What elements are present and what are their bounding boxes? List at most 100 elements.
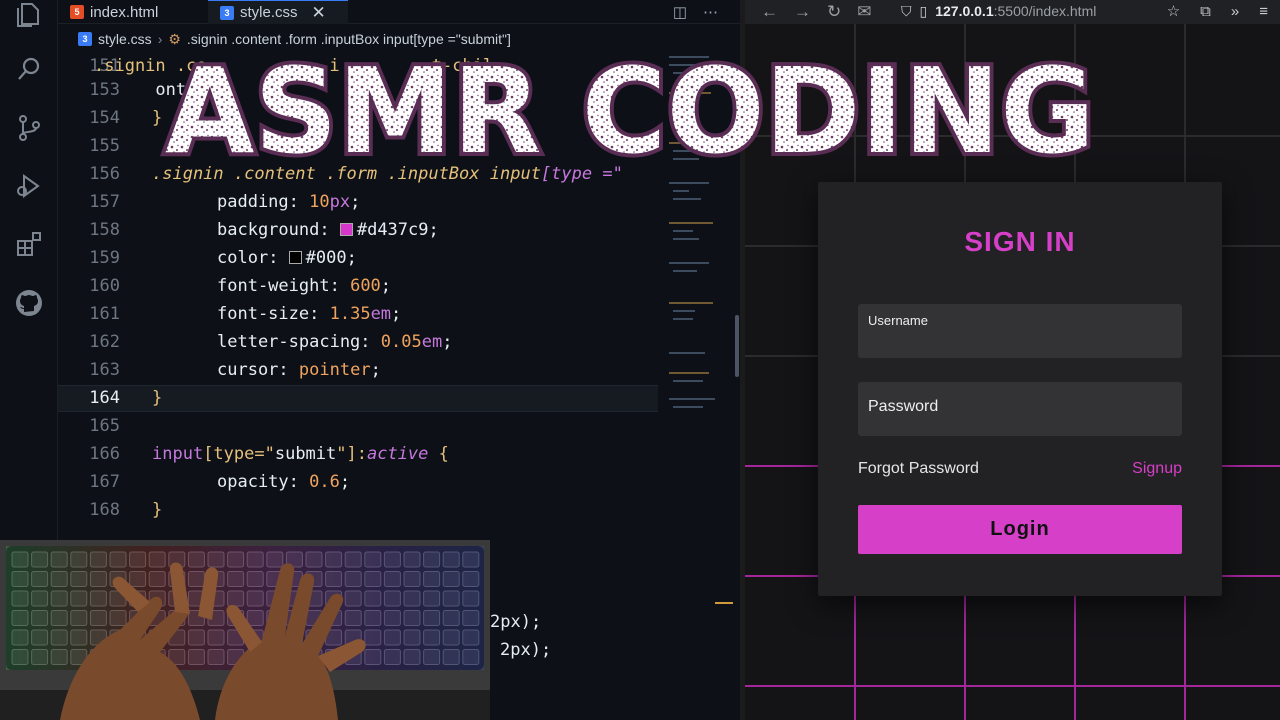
code-unit: em — [421, 332, 443, 352]
keyboard-photo — [0, 540, 490, 720]
code-line-160: font-weight: 600; — [217, 276, 392, 296]
bookmark-star-icon[interactable]: ☆ — [1167, 2, 1180, 20]
line-number: 161 — [89, 304, 120, 324]
tab-tools: ◫ ⋯ — [673, 0, 718, 24]
scrollbar-thumb[interactable] — [735, 315, 739, 377]
page-icon: ▯ — [919, 2, 928, 19]
code-property: font-weight — [217, 276, 330, 296]
signup-link[interactable]: Signup — [1132, 460, 1182, 478]
code-line-162: letter-spacing: 0.05em; — [217, 332, 453, 352]
line-number: 165 — [89, 416, 120, 436]
html5-icon: 5 — [70, 5, 84, 19]
extension-icon[interactable]: ⧉ — [1200, 3, 1211, 20]
code-line-168: } — [152, 500, 163, 520]
code-value: 0.6 — [309, 472, 340, 492]
code-value: #d437c9 — [356, 220, 429, 240]
back-icon[interactable]: ← — [761, 2, 778, 22]
code-attribute: [type=" — [203, 444, 275, 464]
line-number: 157 — [89, 192, 120, 212]
browser-actions: ☆ ⧉ » ≡ — [1167, 0, 1268, 22]
line-number: 162 — [89, 332, 120, 352]
signin-title: SIGN IN — [964, 226, 1076, 257]
code-property: letter-spacing — [217, 332, 361, 352]
current-line-highlight — [58, 385, 658, 412]
overlay-title: ASMR CODING — [150, 44, 1110, 174]
code-unit: px — [329, 192, 351, 212]
password-field[interactable]: Password — [858, 382, 1182, 436]
code-property: opacity — [217, 472, 289, 492]
line-number: 160 — [89, 276, 120, 296]
code-line-161: font-size: 1.35em; — [217, 304, 402, 324]
forgot-password-link[interactable]: Forgot Password — [858, 460, 979, 478]
line-number: 164 — [89, 388, 120, 408]
tab-index-html[interactable]: 5 index.html — [58, 0, 208, 24]
color-swatch-black[interactable] — [288, 251, 302, 264]
code-value: 600 — [350, 276, 381, 296]
forward-icon[interactable]: → — [794, 2, 811, 22]
css3-icon: 3 — [220, 5, 234, 20]
run-debug-icon[interactable] — [14, 171, 44, 201]
line-number: 167 — [89, 472, 120, 492]
close-icon[interactable]: ✕ — [312, 3, 326, 23]
code-value: pointer — [298, 360, 371, 380]
code-value: 1.35 — [329, 304, 371, 324]
username-label: Username — [868, 313, 928, 328]
overflow-chevron-icon[interactable]: » — [1231, 3, 1239, 20]
line-number: 155 — [89, 136, 120, 156]
code-pseudo: active — [366, 444, 429, 464]
code-line-159: color: #000; — [217, 248, 357, 268]
extensions-icon[interactable] — [14, 229, 44, 259]
tab-bar: 5 index.html 3 style.css ✕ ◫ ⋯ — [58, 0, 740, 24]
code-line-163: cursor: pointer; — [217, 360, 381, 380]
links-row: Forgot Password Signup — [858, 460, 1182, 478]
source-control-icon[interactable] — [14, 113, 44, 143]
password-label: Password — [868, 398, 939, 415]
code-line-167: opacity: 0.6; — [217, 472, 351, 492]
code-unit: em — [370, 304, 392, 324]
overlay-title-text: ASMR CODING — [165, 44, 1095, 174]
explorer-icon[interactable] — [14, 0, 44, 30]
shield-icon: ⛉ — [901, 2, 912, 19]
url-path: :5500/index.html — [993, 3, 1097, 19]
line-number: 163 — [89, 360, 120, 380]
github-icon[interactable] — [14, 288, 44, 318]
search-icon[interactable] — [14, 54, 44, 84]
css3-icon: 3 — [78, 32, 92, 46]
screen: { "overlay_title": "ASMR CODING", "edito… — [0, 0, 1280, 720]
code-line-164: } — [152, 388, 163, 408]
signin-card: SIGN IN Username Password Forgot Passwor… — [818, 182, 1222, 596]
login-button[interactable]: Login — [858, 505, 1182, 554]
color-swatch-pink[interactable] — [339, 223, 353, 236]
line-number: 159 — [89, 248, 120, 268]
menu-icon[interactable]: ≡ — [1259, 3, 1268, 20]
code-line-166: input[type="submit"]:active { — [152, 444, 449, 464]
breadcrumb-file[interactable]: style.css — [98, 31, 152, 47]
code-value: #000 — [305, 248, 347, 268]
code-property: cursor — [217, 360, 279, 380]
tab-style-css[interactable]: 3 style.css ✕ — [208, 0, 348, 24]
username-field[interactable]: Username — [858, 304, 1182, 358]
code-line-157: padding: 10px; — [217, 192, 361, 212]
code-line-158: background: #d437c9; — [217, 220, 439, 240]
code-fragment: 2px); — [490, 612, 542, 632]
code-property: font-size — [217, 304, 310, 324]
scroll-marker — [715, 602, 733, 604]
url-host: 127.0.0.1 — [935, 3, 994, 19]
line-number: 166 — [89, 444, 120, 464]
code-property: padding — [217, 192, 289, 212]
code-string: submit — [274, 444, 337, 464]
code-value: 0.05 — [380, 332, 422, 352]
split-editor-icon[interactable]: ◫ — [673, 3, 687, 21]
code-value: 10 — [309, 192, 330, 212]
more-actions-icon[interactable]: ⋯ — [703, 3, 718, 21]
code-property: background — [217, 220, 320, 240]
mail-icon[interactable]: ✉ — [857, 2, 871, 22]
reload-icon[interactable]: ↻ — [827, 2, 841, 22]
browser-toolbar: ← → ↻ ✉ ⛉ ▯ 127.0.0.1:5500/index.html ☆ … — [745, 0, 1280, 24]
tab-label: style.css — [240, 4, 298, 21]
line-number: 154 — [89, 108, 120, 128]
code-fragment: 2px); — [500, 640, 552, 660]
code-selector: input — [152, 444, 204, 464]
line-number: 158 — [89, 220, 120, 240]
address-bar[interactable]: ⛉ ▯ 127.0.0.1:5500/index.html — [901, 0, 1161, 22]
